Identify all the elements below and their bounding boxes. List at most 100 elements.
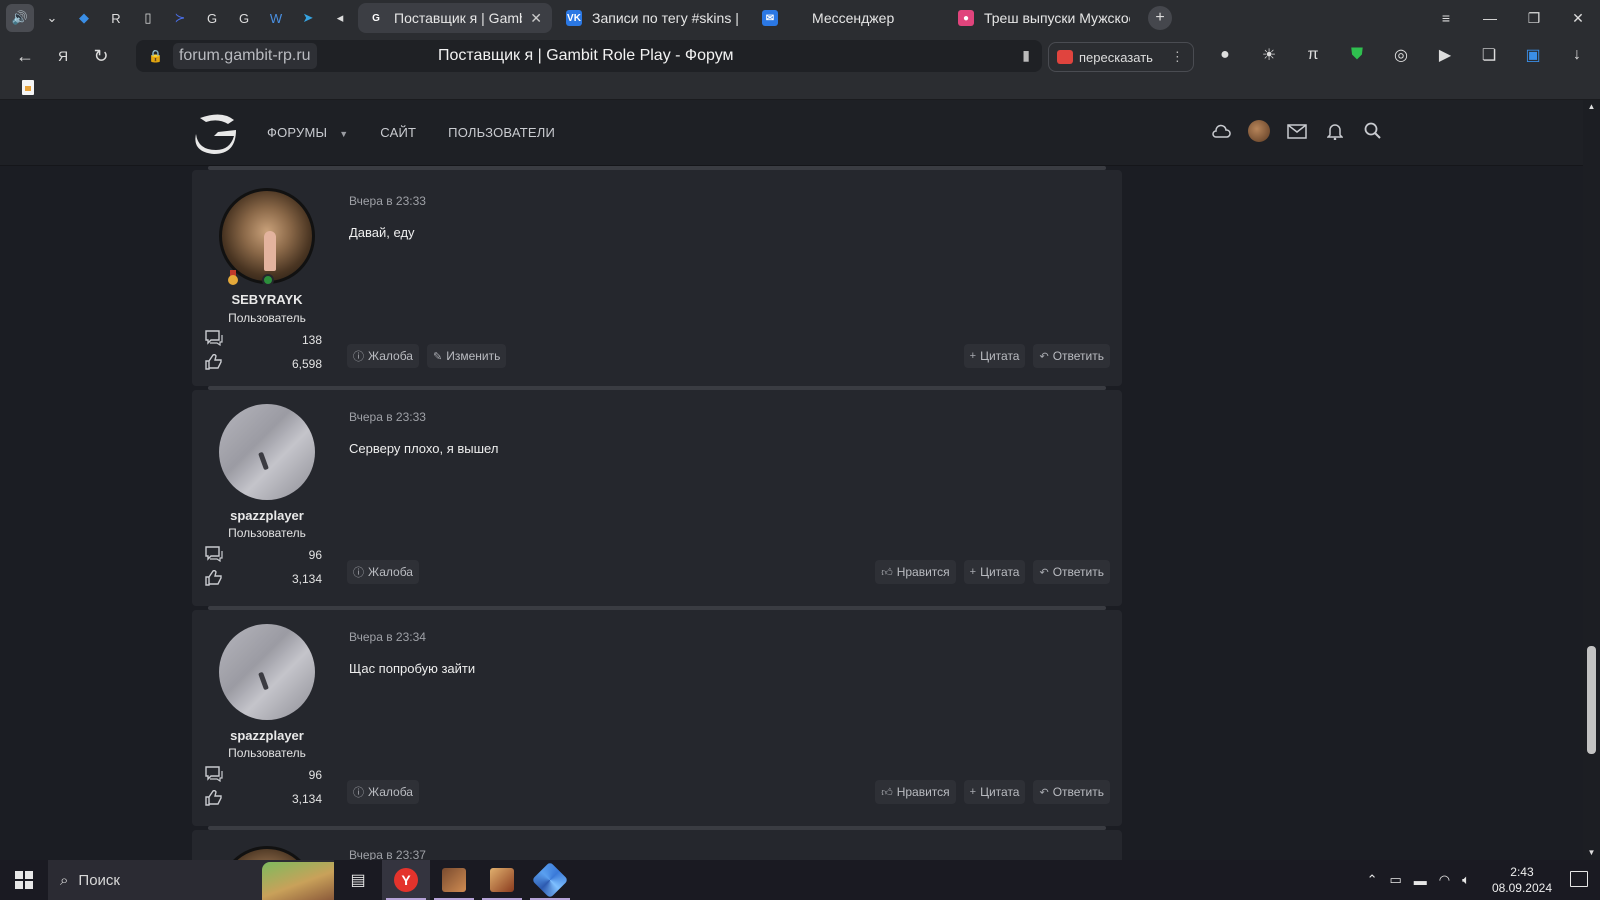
report-label: Жалоба: [368, 565, 413, 579]
user-avatar[interactable]: [219, 624, 315, 720]
extension-translate-icon[interactable]: ▣: [1520, 42, 1546, 68]
retell-button[interactable]: пересказать ⋮: [1048, 42, 1194, 72]
pinned-tab-terminal-icon[interactable]: ≻: [166, 4, 194, 32]
bookmark-document-icon[interactable]: [22, 80, 34, 95]
tab-messenger[interactable]: ✉ Мессенджер: [752, 3, 944, 33]
taskbar-search[interactable]: ⌕ Поиск: [48, 860, 334, 900]
scroll-down-icon[interactable]: ▼: [1586, 848, 1597, 858]
task-view-button[interactable]: ▤: [334, 860, 382, 900]
nav-site[interactable]: САЙТ: [380, 125, 416, 140]
username[interactable]: spazzplayer: [192, 508, 342, 523]
yandex-browser-taskbar-button[interactable]: Y: [382, 860, 430, 900]
taskbar-clock[interactable]: 2:43 08.09.2024: [1492, 864, 1552, 896]
cloud-icon[interactable]: [1210, 120, 1232, 142]
report-button[interactable]: ⓘ Жалоба: [347, 560, 419, 584]
start-button[interactable]: [0, 860, 48, 900]
tabs-dropdown-icon[interactable]: ⌄: [38, 4, 66, 32]
extension-cloud-icon[interactable]: ●: [1212, 42, 1238, 68]
post-date[interactable]: Вчера в 23:34: [349, 630, 426, 644]
downloads-icon[interactable]: ↓: [1564, 42, 1590, 68]
gambit-favicon-icon: G: [372, 12, 380, 24]
like-button[interactable]: 👍︎ Нравится: [875, 560, 956, 584]
lock-icon[interactable]: 🔒: [148, 49, 163, 63]
user-avatar[interactable]: [219, 404, 315, 500]
device-icon[interactable]: ▭: [1389, 872, 1401, 888]
tab-audio-icon[interactable]: ◂: [326, 4, 354, 32]
chevron-up-icon[interactable]: ⌃: [1367, 872, 1378, 888]
user-avatar[interactable]: [1248, 120, 1270, 142]
post-date[interactable]: Вчера в 23:33: [349, 194, 426, 208]
tab-title: Записи по тегу #skins | bl: [592, 10, 738, 26]
sound-tab-icon[interactable]: 🔊: [6, 4, 34, 32]
blue-app-icon: [531, 861, 569, 899]
quote-button[interactable]: + Цитата: [963, 780, 1026, 804]
page-scrollbar[interactable]: ▲ ▼: [1583, 100, 1600, 860]
report-button[interactable]: ⓘ Жалоба: [347, 780, 419, 804]
scroll-up-icon[interactable]: ▲: [1586, 102, 1597, 112]
minimize-icon[interactable]: —: [1468, 0, 1512, 36]
tab-vk-skins[interactable]: VK Записи по тегу #skins | bl: [556, 3, 748, 33]
app-taskbar-button-1[interactable]: [430, 860, 478, 900]
extension-weather-icon[interactable]: ☀: [1256, 42, 1282, 68]
pinned-tab-r-icon[interactable]: R: [102, 4, 130, 32]
close-icon[interactable]: ✕: [530, 10, 542, 27]
extension-pi-icon[interactable]: π: [1300, 42, 1326, 68]
tab-trash-show[interactable]: ● Треш выпуски Мужское Ж: [948, 3, 1140, 33]
pinned-tab-telegram-icon[interactable]: ➤: [294, 4, 322, 32]
omnibox[interactable]: 🔒 forum.gambit-rp.ru Поставщик я | Gambi…: [136, 40, 1042, 72]
username[interactable]: spazzplayer: [192, 728, 342, 743]
nav-forums[interactable]: ФОРУМЫ ▼: [267, 125, 348, 140]
post-date[interactable]: Вчера в 23:33: [349, 410, 426, 424]
pencil-icon: ✎: [432, 350, 443, 363]
quote-button[interactable]: + Цитата: [963, 560, 1026, 584]
close-window-icon[interactable]: ✕: [1556, 0, 1600, 36]
online-status-icon: [262, 274, 274, 286]
search-icon[interactable]: [1362, 120, 1384, 142]
mail-icon[interactable]: [1286, 120, 1308, 142]
bookmark-icon[interactable]: ▮: [1022, 47, 1030, 64]
edit-button[interactable]: ✎ Изменить: [426, 344, 507, 368]
volume-icon[interactable]: 🔈︎: [1462, 872, 1470, 888]
gambit-logo-icon[interactable]: [192, 110, 238, 154]
chevron-down-icon[interactable]: ▼: [339, 129, 348, 139]
new-tab-button[interactable]: +: [1148, 6, 1172, 30]
pinned-tab-w-icon[interactable]: W: [262, 4, 290, 32]
wifi-icon[interactable]: ◠: [1439, 872, 1450, 888]
restore-icon[interactable]: ❐: [1512, 0, 1556, 36]
pinned-tab-gambit2-icon[interactable]: G: [230, 4, 258, 32]
app-taskbar-button-2[interactable]: [478, 860, 526, 900]
reply-label: Ответить: [1052, 785, 1104, 799]
nav-users[interactable]: ПОЛЬЗОВАТЕЛИ: [448, 125, 555, 140]
forum-nav: ФОРУМЫ ▼ САЙТ ПОЛЬЗОВАТЕЛИ: [267, 125, 555, 140]
show-favicon-icon: ●: [958, 10, 974, 26]
quote-button[interactable]: + Цитата: [963, 344, 1026, 368]
reload-icon[interactable]: ↻: [82, 40, 120, 72]
back-arrow-icon[interactable]: ←: [6, 40, 44, 72]
reply-button[interactable]: ↶ Ответить: [1033, 780, 1110, 804]
reply-button[interactable]: ↶ Ответить: [1033, 560, 1110, 584]
tabs-menu-icon[interactable]: ≡: [1424, 0, 1468, 36]
extension-play-icon[interactable]: ▶: [1432, 42, 1458, 68]
more-vertical-icon[interactable]: ⋮: [1171, 49, 1184, 65]
forum-header: ФОРУМЫ ▼ САЙТ ПОЛЬЗОВАТЕЛИ: [0, 100, 1583, 166]
scroll-thumb[interactable]: [1587, 646, 1596, 754]
extension-shield-icon[interactable]: ⛊: [1344, 42, 1370, 68]
extension-bulb-icon[interactable]: ◎: [1388, 42, 1414, 68]
reply-button[interactable]: ↶ Ответить: [1033, 344, 1110, 368]
like-button[interactable]: 👍︎ Нравится: [875, 780, 956, 804]
pinned-tab-icon[interactable]: ◆: [70, 4, 98, 32]
bell-icon[interactable]: [1324, 120, 1346, 142]
username[interactable]: SEBYRAYK: [192, 292, 342, 307]
notifications-icon[interactable]: [1570, 871, 1588, 887]
app-taskbar-button-3[interactable]: [526, 860, 574, 900]
extension-collections-icon[interactable]: ❏: [1476, 42, 1502, 68]
report-button[interactable]: ⓘ Жалоба: [347, 344, 419, 368]
pinned-tab-gambit-icon[interactable]: G: [198, 4, 226, 32]
tab-gambit-forum[interactable]: G Поставщик я | Gambit R ✕: [358, 3, 552, 33]
post-text: Давай, еду: [349, 225, 415, 240]
url-domain[interactable]: forum.gambit-rp.ru: [172, 43, 317, 69]
yandex-home-icon[interactable]: Я: [44, 40, 82, 72]
quote-label: Цитата: [980, 785, 1020, 799]
pinned-tab-doc-icon[interactable]: ▯: [134, 4, 162, 32]
battery-icon[interactable]: ▬: [1414, 873, 1427, 888]
